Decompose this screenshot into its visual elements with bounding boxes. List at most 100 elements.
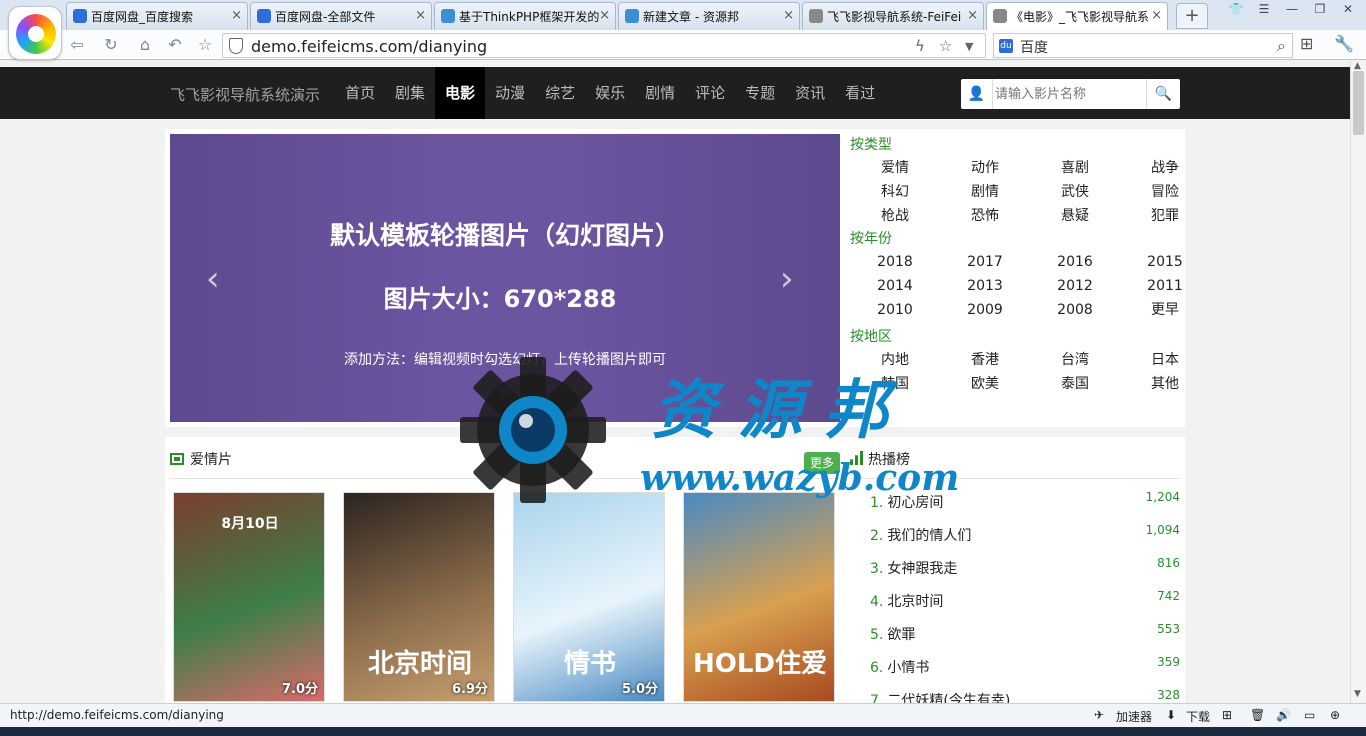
browser-tab[interactable]: 《电影》_飞飞影视导航系 × xyxy=(986,2,1168,30)
nav-item[interactable]: 首页 xyxy=(335,67,385,119)
nav-item[interactable]: 娱乐 xyxy=(585,67,635,119)
filter-option[interactable]: 日本 xyxy=(1120,348,1210,372)
browser-tab[interactable]: 基于ThinkPHP框架开发的 × xyxy=(434,2,616,30)
add-icon[interactable]: ⊞ xyxy=(1222,708,1232,722)
filter-option[interactable]: 悬疑 xyxy=(1030,204,1120,228)
filter-option[interactable]: 2015 xyxy=(1120,250,1210,274)
scroll-up-icon[interactable]: ▲ xyxy=(1354,61,1361,71)
nav-item[interactable]: 电影 xyxy=(435,67,486,119)
carousel-slide[interactable]: 默认模板轮播图片（幻灯图片） 图片大小：670*288 添加方法：编辑视频时勾选… xyxy=(170,134,840,422)
filter-option[interactable]: 台湾 xyxy=(1030,348,1120,372)
filter-option[interactable]: 枪战 xyxy=(850,204,940,228)
filter-option[interactable]: 喜剧 xyxy=(1030,156,1120,180)
movie-poster[interactable]: 北京时间 6.9分 xyxy=(343,492,495,702)
filter-option[interactable]: 武侠 xyxy=(1030,180,1120,204)
page-scrollbar[interactable]: ▲ ▼ xyxy=(1350,61,1366,703)
accelerator-label[interactable]: 加速器 xyxy=(1116,708,1152,725)
menu-icon[interactable]: ☰ xyxy=(1252,0,1276,18)
nav-item[interactable]: 剧情 xyxy=(635,67,685,119)
filter-option[interactable]: 2011 xyxy=(1120,274,1210,298)
browser-logo-icon[interactable] xyxy=(8,6,62,60)
filter-option[interactable]: 2013 xyxy=(940,274,1030,298)
filter-option[interactable]: 更早 xyxy=(1120,298,1210,322)
user-icon[interactable]: 👤 xyxy=(961,79,993,109)
movie-poster[interactable]: 情书 5.0分 xyxy=(513,492,665,702)
movie-search-input[interactable] xyxy=(995,83,1143,105)
rank-title[interactable]: 二代妖精(今生有幸) xyxy=(887,693,1010,703)
filter-option[interactable]: 科幻 xyxy=(850,180,940,204)
filter-option[interactable]: 香港 xyxy=(940,348,1030,372)
lightning-icon[interactable]: ϟ xyxy=(915,37,925,55)
download-icon[interactable]: ⬇ xyxy=(1166,708,1176,722)
volume-icon[interactable]: 🔊 xyxy=(1276,708,1291,722)
ranking-item[interactable]: 5. 欲罪 553 xyxy=(870,619,1180,652)
download-label[interactable]: 下载 xyxy=(1186,708,1210,725)
search-button-icon[interactable]: 🔍 xyxy=(1146,79,1180,109)
close-icon[interactable]: ✕ xyxy=(1336,0,1360,18)
filter-option[interactable]: 2016 xyxy=(1030,250,1120,274)
refresh-icon[interactable]: ↻ xyxy=(100,35,122,55)
more-button[interactable]: 更多 xyxy=(804,452,840,474)
nav-item[interactable]: 看过 xyxy=(835,67,885,119)
filter-option[interactable]: 内地 xyxy=(850,348,940,372)
zoom-icon[interactable]: ⊕ xyxy=(1330,708,1340,722)
filter-option[interactable]: 2008 xyxy=(1030,298,1120,322)
site-brand[interactable]: 飞飞影视导航系统演示 xyxy=(170,84,320,105)
filter-option[interactable]: 2014 xyxy=(850,274,940,298)
movie-poster[interactable]: 8月10日 7.0分 xyxy=(173,492,325,702)
nav-item[interactable]: 动漫 xyxy=(485,67,535,119)
filter-option[interactable]: 爱情 xyxy=(850,156,940,180)
filter-option[interactable]: 剧情 xyxy=(940,180,1030,204)
skin-icon[interactable]: 👕 xyxy=(1224,0,1248,18)
search-engine-box[interactable]: du 百度 ⌕ xyxy=(993,33,1293,58)
tab-close-icon[interactable]: × xyxy=(783,8,794,23)
tools-wrench-icon[interactable]: 🔧 xyxy=(1334,34,1354,53)
accelerator-icon[interactable]: ✈ xyxy=(1094,708,1104,722)
filter-option[interactable]: 2009 xyxy=(940,298,1030,322)
url-text[interactable]: demo.feifeicms.com/dianying xyxy=(251,37,487,56)
rank-title[interactable]: 欲罪 xyxy=(887,627,915,643)
filter-option[interactable]: 动作 xyxy=(940,156,1030,180)
favorites-icon[interactable]: ☆ xyxy=(194,35,216,55)
address-bar[interactable]: demo.feifeicms.com/dianying ϟ ☆ ▼ xyxy=(222,33,986,58)
nav-item[interactable]: 综艺 xyxy=(535,67,585,119)
tab-close-icon[interactable]: × xyxy=(967,8,978,23)
filter-option[interactable]: 泰国 xyxy=(1030,372,1120,396)
filter-option[interactable]: 欧美 xyxy=(940,372,1030,396)
ranking-item[interactable]: 1. 初心房间 1,204 xyxy=(870,487,1180,520)
filter-option[interactable]: 2010 xyxy=(850,298,940,322)
filter-option[interactable]: 2012 xyxy=(1030,274,1120,298)
minimize-icon[interactable]: — xyxy=(1280,0,1304,18)
browser-tab[interactable]: 百度网盘-全部文件 × xyxy=(250,2,432,30)
screen-icon[interactable]: ▭ xyxy=(1304,708,1315,722)
browser-tab[interactable]: 新建文章 - 资源邦 × xyxy=(618,2,800,30)
filter-option[interactable]: 2018 xyxy=(850,250,940,274)
undo-icon[interactable]: ↶ xyxy=(164,35,186,55)
tab-close-icon[interactable]: × xyxy=(599,8,610,23)
ranking-item[interactable]: 2. 我们的情人们 1,094 xyxy=(870,520,1180,553)
carousel-next-icon[interactable]: › xyxy=(780,259,794,299)
rank-title[interactable]: 北京时间 xyxy=(887,594,943,610)
ranking-item[interactable]: 3. 女神跟我走 816 xyxy=(870,553,1180,586)
browser-tab[interactable]: 飞飞影视导航系统-FeiFei × xyxy=(802,2,984,30)
home-icon[interactable]: ⌂ xyxy=(134,35,156,55)
search-icon[interactable]: ⌕ xyxy=(1277,36,1286,56)
rank-title[interactable]: 初心房间 xyxy=(887,495,943,511)
nav-item[interactable]: 资讯 xyxy=(785,67,835,119)
browser-tab[interactable]: 百度网盘_百度搜索 × xyxy=(66,2,248,30)
scroll-thumb[interactable] xyxy=(1353,71,1364,135)
nav-item[interactable]: 专题 xyxy=(735,67,785,119)
section-title[interactable]: 爱情片 xyxy=(190,452,232,468)
rank-title[interactable]: 我们的情人们 xyxy=(887,528,971,544)
back-icon[interactable]: ⇦ xyxy=(66,35,88,55)
carousel-dot[interactable] xyxy=(499,386,511,398)
scroll-down-icon[interactable]: ▼ xyxy=(1354,689,1361,699)
filter-option[interactable]: 犯罪 xyxy=(1120,204,1210,228)
tab-close-icon[interactable]: × xyxy=(415,8,426,23)
ranking-item[interactable]: 6. 小情书 359 xyxy=(870,652,1180,685)
filter-option[interactable]: 其他 xyxy=(1120,372,1210,396)
new-tab-button[interactable]: + xyxy=(1176,3,1208,29)
carousel-prev-icon[interactable]: ‹ xyxy=(206,259,220,299)
filter-option[interactable]: 韩国 xyxy=(850,372,940,396)
tab-close-icon[interactable]: × xyxy=(231,8,242,23)
